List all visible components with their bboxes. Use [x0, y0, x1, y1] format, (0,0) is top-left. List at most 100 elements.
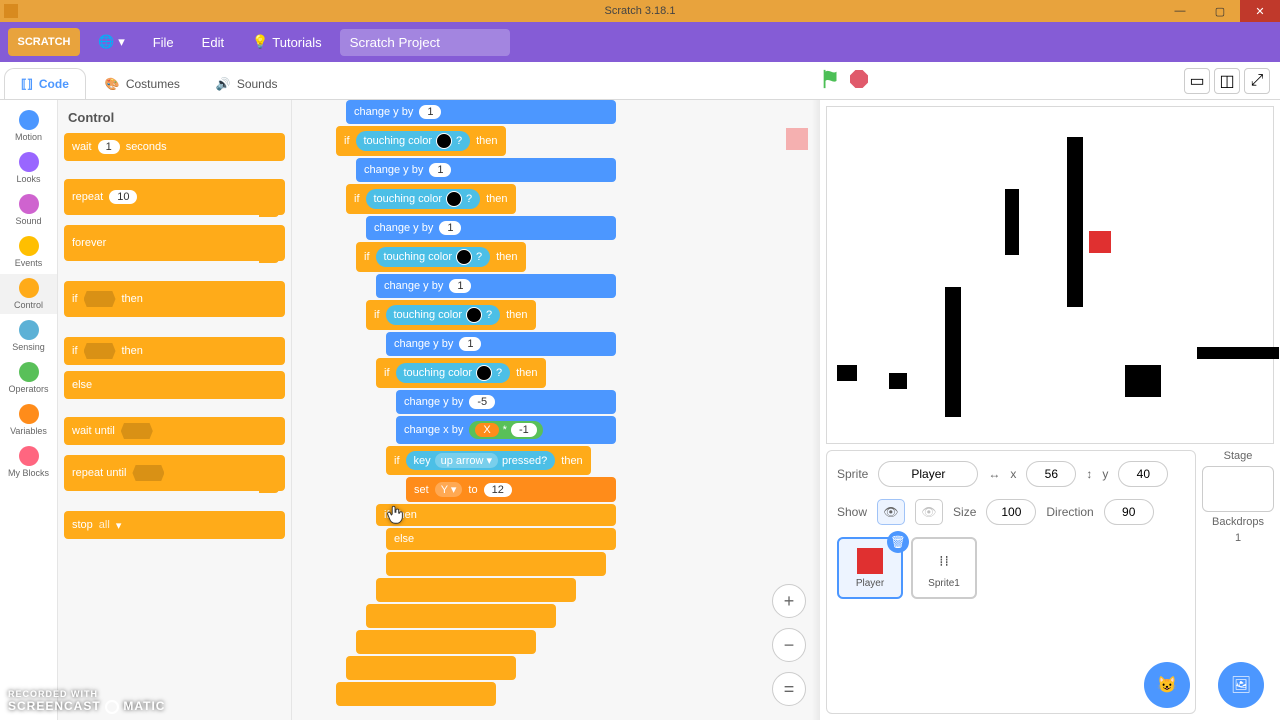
palette-if-else-top[interactable]: ifthen — [64, 337, 285, 365]
sprite-size-input[interactable] — [986, 499, 1036, 525]
stage-large[interactable]: ◫ — [1214, 68, 1240, 94]
zoom-out[interactable]: − — [772, 628, 806, 662]
block-if[interactable]: iftouching color?then — [346, 184, 516, 214]
block-palette: Control wait1seconds repeat10 forever if… — [58, 100, 292, 720]
block-loop-end[interactable] — [346, 656, 516, 680]
stage-small[interactable]: ▭ — [1184, 68, 1210, 94]
block-if[interactable]: iftouching color?then — [336, 126, 506, 156]
screencast-watermark: RECORDED WITH SCREENCAST MATIC — [8, 689, 165, 714]
direction-label: Direction — [1046, 505, 1093, 519]
add-backdrop-button[interactable]: 🖼 — [1218, 662, 1264, 708]
block-if-key[interactable]: ifkeyup arrow ▾pressed?then — [386, 446, 591, 475]
sprite-info-panel: Sprite ↔ x ↕ y Show 👁 👁 Size Direction — [826, 450, 1196, 714]
code-workspace[interactable]: change y by1 iftouching color?then chang… — [292, 100, 820, 720]
swap-icon: ↔ — [988, 467, 1000, 481]
block-if[interactable]: iftouching color?then — [376, 358, 546, 388]
show-visible-button[interactable]: 👁 — [877, 499, 905, 525]
add-sprite-button[interactable]: 😺 — [1144, 662, 1190, 708]
sensing-touching-color[interactable]: touching color? — [396, 363, 511, 383]
cat-events[interactable]: Events — [0, 232, 57, 272]
language-menu[interactable]: 🌐▾ — [88, 28, 135, 56]
file-menu[interactable]: File — [143, 29, 184, 56]
block-loop-end[interactable] — [356, 630, 536, 654]
block-change-x[interactable]: change x byX*-1 — [396, 416, 616, 444]
window-titlebar: Scratch 3.18.1 — ▢ ✕ — [0, 0, 1280, 22]
palette-stop[interactable]: stopall▾ — [64, 511, 285, 539]
window-title: Scratch 3.18.1 — [0, 5, 1280, 17]
palette-repeat-until[interactable]: repeat until — [64, 455, 285, 491]
cat-looks[interactable]: Looks — [0, 148, 57, 188]
sounds-icon: 🔊 — [216, 77, 231, 91]
block-if[interactable]: iftouching color?then — [356, 242, 526, 272]
block-change-y[interactable]: change y by1 — [366, 216, 616, 240]
green-flag[interactable] — [820, 68, 842, 90]
block-loop-end[interactable] — [376, 578, 576, 602]
cursor-hand-icon — [384, 504, 406, 526]
cat-my-blocks[interactable]: My Blocks — [0, 442, 57, 482]
window-close[interactable]: ✕ — [1240, 0, 1280, 22]
block-change-y[interactable]: change y by1 — [386, 332, 616, 356]
cat-face-icon: 😺 — [1157, 675, 1177, 695]
operator-multiply[interactable]: X*-1 — [469, 421, 542, 439]
zoom-in[interactable]: + — [772, 584, 806, 618]
right-panel: Sprite ↔ x ↕ y Show 👁 👁 Size Direction — [820, 100, 1280, 720]
block-change-y[interactable]: change y by-5 — [396, 390, 616, 414]
block-change-y[interactable]: change y by1 — [376, 274, 616, 298]
window-maximize[interactable]: ▢ — [1200, 0, 1240, 22]
sensing-touching-color[interactable]: touching color? — [366, 189, 481, 209]
tab-code[interactable]: ⟦⟧ Code — [4, 68, 86, 99]
sprite-x-input[interactable] — [1026, 461, 1076, 487]
palette-wait[interactable]: wait1seconds — [64, 133, 285, 161]
palette-if-then[interactable]: ifthen — [64, 281, 285, 317]
block-if[interactable]: iftouching color?then — [366, 300, 536, 330]
cat-sound[interactable]: Sound — [0, 190, 57, 230]
cat-sensing[interactable]: Sensing — [0, 316, 57, 356]
cat-operators[interactable]: Operators — [0, 358, 57, 398]
block-loop-end[interactable] — [366, 604, 556, 628]
sprite-direction-input[interactable] — [1104, 499, 1154, 525]
sensing-touching-color[interactable]: touching color? — [356, 131, 471, 151]
project-name-input[interactable] — [340, 29, 510, 56]
lightbulb-icon: 💡 — [252, 34, 268, 50]
block-loop-end[interactable] — [336, 682, 496, 706]
stop-button[interactable] — [850, 70, 868, 88]
tab-sounds[interactable]: 🔊 Sounds — [199, 68, 295, 99]
code-icon: ⟦⟧ — [21, 77, 33, 91]
stage-fullscreen[interactable]: ⤢ — [1244, 68, 1270, 94]
tutorials-menu[interactable]: 💡 Tutorials — [242, 28, 332, 56]
dragged-sprite-indicator — [786, 128, 808, 150]
sprite-thumb-sprite1[interactable]: ┋┋ Sprite1 — [911, 537, 977, 599]
edit-menu[interactable]: Edit — [192, 29, 234, 56]
block-set-var[interactable]: setY ▾to12 — [406, 477, 616, 502]
scratch-logo[interactable]: SCRATCH — [8, 28, 80, 56]
cat-motion[interactable]: Motion — [0, 106, 57, 146]
block-change-y[interactable]: change y by1 — [346, 100, 616, 124]
size-label: Size — [953, 505, 976, 519]
block-change-y[interactable]: change y by1 — [356, 158, 616, 182]
palette-wait-until[interactable]: wait until — [64, 417, 285, 445]
zoom-reset[interactable]: = — [772, 672, 806, 706]
window-minimize[interactable]: — — [1160, 0, 1200, 22]
delete-sprite-button[interactable]: 🗑 — [887, 531, 909, 553]
cat-control[interactable]: Control — [0, 274, 57, 314]
sensing-touching-color[interactable]: touching color? — [386, 305, 501, 325]
palette-repeat[interactable]: repeat10 — [64, 179, 285, 215]
sprite-name-input[interactable] — [878, 461, 978, 487]
sprite-thumb-player[interactable]: 🗑 Player — [837, 537, 903, 599]
cat-variables[interactable]: Variables — [0, 400, 57, 440]
stage-thumbnail[interactable] — [1202, 466, 1274, 512]
sprite-y-input[interactable] — [1118, 461, 1168, 487]
show-hidden-button[interactable]: 👁 — [915, 499, 943, 525]
block-loop-end[interactable] — [386, 552, 606, 576]
palette-if-else-bottom[interactable]: else — [64, 371, 285, 399]
palette-forever[interactable]: forever — [64, 225, 285, 261]
sensing-key-pressed[interactable]: keyup arrow ▾pressed? — [406, 451, 556, 470]
stage-preview[interactable] — [826, 106, 1274, 444]
block-else[interactable]: else — [386, 528, 616, 550]
block-if-empty[interactable]: if then — [376, 504, 616, 526]
backdrops-count: 1 — [1202, 532, 1274, 544]
block-stack[interactable]: change y by1 iftouching color?then chang… — [336, 100, 616, 708]
tab-costumes[interactable]: 🎨 Costumes — [88, 68, 197, 99]
sensing-touching-color[interactable]: touching color? — [376, 247, 491, 267]
sprite-label: Sprite — [837, 467, 868, 481]
